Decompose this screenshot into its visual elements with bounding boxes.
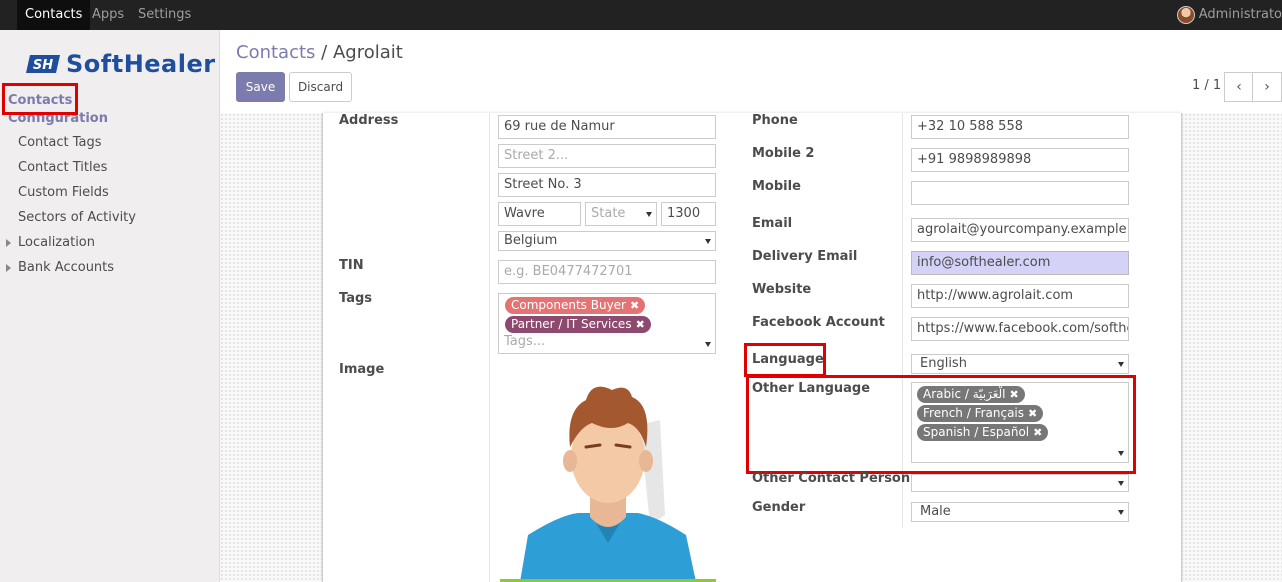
divider — [489, 113, 490, 582]
tag-label: Partner / IT Services — [511, 317, 632, 331]
dropdown-arrow-icon — [1118, 451, 1124, 456]
highlight-box-contacts — [2, 83, 78, 115]
mobile2-field[interactable]: +91 9898989898 — [911, 148, 1129, 172]
state-placeholder: State — [591, 206, 626, 221]
menu-contacts[interactable]: Contacts — [17, 0, 91, 30]
breadcrumb-current: Agrolait — [332, 42, 403, 63]
gender-label: Gender — [752, 500, 806, 515]
logo-text: SoftHealer — [66, 50, 216, 78]
phone-label: Phone — [752, 113, 798, 128]
website-label: Website — [752, 282, 812, 297]
language-tag-label: Arabic / الْعَرَبيّة — [923, 387, 1006, 401]
mobile-label: Mobile — [752, 179, 801, 194]
image-label: Image — [339, 362, 385, 377]
facebook-label: Facebook Account — [752, 315, 885, 330]
dropdown-arrow-icon — [1118, 510, 1124, 515]
tin-label: TIN — [339, 258, 364, 273]
language-tag-chip[interactable]: Arabic / الْعَرَبيّة ✖ — [917, 386, 1025, 403]
email-field[interactable]: agrolait@yourcompany.example.com — [911, 218, 1129, 242]
other-language-field[interactable]: Arabic / الْعَرَبيّة ✖ French / Français ✖… — [911, 382, 1129, 463]
other-contact-select[interactable] — [911, 474, 1129, 492]
sidebar-item-contact-tags[interactable]: Contact Tags — [18, 135, 102, 150]
sidebar-item-custom-fields[interactable]: Custom Fields — [18, 185, 109, 200]
website-field[interactable]: http://www.agrolait.com — [911, 284, 1129, 308]
mobile-field[interactable] — [911, 181, 1129, 205]
top-navbar: Contacts Apps Settings Administrato — [0, 0, 1282, 30]
remove-tag-icon[interactable]: ✖ — [630, 299, 639, 312]
breadcrumb: Contacts / Agrolait — [236, 42, 403, 63]
remove-tag-icon[interactable]: ✖ — [636, 318, 645, 331]
remove-tag-icon[interactable]: ✖ — [1010, 388, 1019, 401]
language-tag-label: French / Français — [923, 406, 1025, 420]
sidebar-item-localization[interactable]: Localization — [18, 235, 95, 250]
pager-value: 1 / 1 — [1192, 78, 1222, 93]
other-contact-label: Other Contact Person — [752, 471, 911, 486]
dropdown-arrow-icon — [1118, 481, 1124, 486]
city-field[interactable]: Wavre — [498, 202, 581, 226]
dropdown-arrow-icon — [1118, 362, 1124, 367]
street2-field[interactable]: Street 2... — [498, 144, 716, 168]
zip-field[interactable]: 1300 — [661, 202, 716, 226]
language-tag-chip[interactable]: Spanish / Español ✖ — [917, 424, 1049, 441]
breadcrumb-separator: / — [321, 42, 328, 63]
discard-button[interactable]: Discard — [289, 72, 352, 102]
avatar — [1176, 6, 1195, 24]
dropdown-arrow-icon — [705, 342, 711, 347]
gender-value: Male — [920, 504, 951, 519]
save-button[interactable]: Save — [236, 72, 285, 102]
remove-tag-icon[interactable]: ✖ — [1028, 407, 1037, 420]
language-select[interactable]: English — [911, 354, 1129, 374]
street-no-field[interactable]: Street No. 3 — [498, 173, 716, 197]
user-menu[interactable]: Administrato — [1176, 0, 1282, 30]
remove-tag-icon[interactable]: ✖ — [1033, 426, 1042, 439]
tag-chip[interactable]: Components Buyer ✖ — [505, 297, 646, 314]
contact-image[interactable] — [500, 375, 716, 582]
tag-chip[interactable]: Partner / IT Services ✖ — [505, 316, 651, 333]
user-name: Administrato — [1198, 7, 1282, 22]
logo-mark-icon: SH — [26, 53, 62, 75]
language-value: English — [920, 356, 967, 371]
gender-select[interactable]: Male — [911, 502, 1129, 522]
state-select[interactable]: State — [585, 202, 657, 226]
delivery-email-field[interactable]: info@softhealer.com — [911, 251, 1129, 275]
language-label: Language — [752, 352, 824, 367]
delivery-email-label: Delivery Email — [752, 249, 858, 264]
address-label: Address — [339, 113, 399, 128]
street-field[interactable]: 69 rue de Namur — [498, 115, 716, 139]
tag-label: Components Buyer — [511, 298, 626, 312]
chevron-left-icon: ‹ — [1236, 79, 1242, 95]
softhealer-logo: SH SoftHealer — [26, 50, 215, 78]
language-tag-label: Spanish / Español — [923, 425, 1030, 439]
phone-field[interactable]: +32 10 588 558 — [911, 115, 1129, 139]
caret-right-icon — [6, 239, 11, 247]
menu-apps[interactable]: Apps — [84, 0, 132, 30]
country-value: Belgium — [504, 233, 558, 248]
other-language-label: Other Language — [752, 381, 871, 396]
sidebar-item-contact-titles[interactable]: Contact Titles — [18, 160, 107, 175]
email-label: Email — [752, 216, 793, 231]
logo-mark-text: SH — [33, 58, 53, 73]
mobile2-label: Mobile 2 — [752, 146, 815, 161]
sidebar-item-sectors[interactable]: Sectors of Activity — [18, 210, 136, 225]
breadcrumb-contacts[interactable]: Contacts — [236, 42, 315, 63]
tags-label: Tags — [339, 291, 373, 306]
dropdown-arrow-icon — [646, 212, 652, 217]
tags-placeholder: Tags... — [504, 334, 546, 349]
sidebar-item-bank-accounts[interactable]: Bank Accounts — [18, 260, 114, 275]
facebook-field[interactable]: https://www.facebook.com/softhealer — [911, 317, 1129, 341]
tin-field[interactable]: e.g. BE0477472701 — [498, 260, 716, 284]
menu-settings[interactable]: Settings — [130, 0, 199, 30]
tags-field[interactable]: Components Buyer ✖ Partner / IT Services ✖… — [498, 293, 716, 354]
dropdown-arrow-icon — [705, 239, 711, 244]
caret-right-icon — [6, 264, 11, 272]
language-tag-chip[interactable]: French / Français ✖ — [917, 405, 1044, 422]
pager-next-button[interactable]: › — [1252, 72, 1282, 102]
chevron-right-icon: › — [1264, 79, 1270, 95]
country-select[interactable]: Belgium — [498, 231, 716, 251]
pager-previous-button[interactable]: ‹ — [1224, 72, 1254, 102]
